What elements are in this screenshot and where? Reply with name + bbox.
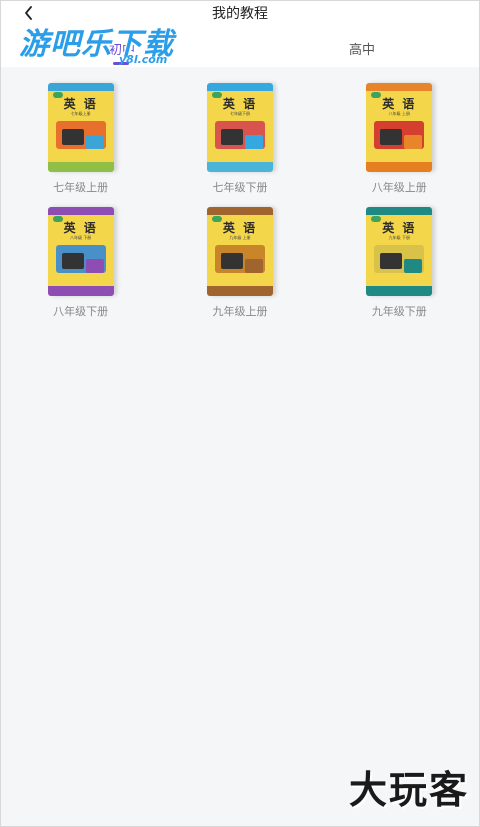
book-item[interactable]: 英 语 八年级 上册 八年级上册 <box>320 83 479 195</box>
cover-illustration-monitor <box>220 129 243 145</box>
book-item[interactable]: 英 语 八年级 下册 八年级下册 <box>1 207 160 319</box>
header: 我的教程 初中 高中 <box>1 1 479 67</box>
cover-title: 英 语 <box>222 221 258 235</box>
book-item[interactable]: 英 语 七年级下册 七年级下册 <box>160 83 319 195</box>
book-cover[interactable]: 英 语 七年级下册 <box>206 83 273 172</box>
cover-illustration-books <box>85 135 104 149</box>
tab-active-indicator <box>113 62 129 65</box>
cover-band <box>47 207 114 215</box>
book-label: 九年级上册 <box>212 305 268 318</box>
cover-footer <box>47 286 114 296</box>
cover-illustration-monitor <box>61 253 84 269</box>
cover-band <box>47 83 114 91</box>
book-label: 七年级上册 <box>53 181 109 194</box>
book-label: 九年级下册 <box>371 305 427 318</box>
tab-bar: 初中 高中 <box>1 39 479 67</box>
cover-footer <box>206 286 273 296</box>
book-label: 八年级上册 <box>371 181 427 194</box>
tab-junior-high[interactable]: 初中 <box>109 39 135 58</box>
cover-footer <box>366 286 433 296</box>
cover-band <box>366 83 433 91</box>
book-label: 七年级下册 <box>212 181 268 194</box>
book-cover[interactable]: 英 语 八年级 上册 <box>366 83 433 172</box>
cover-band <box>366 207 433 215</box>
book-label: 八年级下册 <box>53 305 109 318</box>
book-item[interactable]: 英 语 九年级 上册 九年级上册 <box>160 207 319 319</box>
book-cover[interactable]: 英 语 七年级上册 <box>47 83 114 172</box>
cover-illustration-books <box>404 259 423 273</box>
book-cover[interactable]: 英 语 八年级 下册 <box>47 207 114 296</box>
cover-band <box>206 83 273 91</box>
cover-illustration-monitor <box>380 129 403 145</box>
cover-band <box>206 207 273 215</box>
book-item[interactable]: 英 语 七年级上册 七年级上册 <box>1 83 160 195</box>
book-cover[interactable]: 英 语 九年级 上册 <box>206 207 273 296</box>
cover-title: 英 语 <box>382 221 417 235</box>
cover-illustration-books <box>85 259 104 273</box>
cover-title: 英 语 <box>63 97 98 111</box>
cover-footer <box>366 162 433 172</box>
cover-illustration-monitor <box>61 129 84 145</box>
cover-illustration-monitor <box>380 253 403 269</box>
cover-subtitle: 七年级下册 <box>229 111 250 116</box>
cover-illustration-monitor <box>220 253 243 269</box>
cover-title: 英 语 <box>63 221 98 235</box>
cover-subtitle: 八年级 上册 <box>388 111 410 116</box>
cover-title: 英 语 <box>222 97 258 111</box>
cover-subtitle: 七年级上册 <box>70 111 91 116</box>
book-grid: 英 语 七年级上册 七年级上册 英 语 七年级下册 七年级下册 英 语 八年级 … <box>1 83 479 319</box>
page-title: 我的教程 <box>212 6 268 22</box>
app-screen: 我的教程 初中 高中 游吧乐下载 y8l.com 英 语 七年级上册 七年级上册 <box>0 0 480 827</box>
cover-subtitle: 八年级 下册 <box>70 235 92 240</box>
cover-illustration-books <box>244 135 263 149</box>
book-item[interactable]: 英 语 九年级 下册 九年级下册 <box>320 207 479 319</box>
watermark-bottom: 大玩客 <box>348 768 469 812</box>
cover-footer <box>47 162 114 172</box>
cover-subtitle: 九年级 上册 <box>229 235 251 240</box>
cover-subtitle: 九年级 下册 <box>388 235 410 240</box>
cover-footer <box>206 162 273 172</box>
book-cover[interactable]: 英 语 九年级 下册 <box>366 207 433 296</box>
cover-illustration-books <box>404 135 423 149</box>
cover-title: 英 语 <box>382 97 417 111</box>
tab-senior-high[interactable]: 高中 <box>349 39 375 58</box>
cover-illustration-books <box>244 259 263 273</box>
